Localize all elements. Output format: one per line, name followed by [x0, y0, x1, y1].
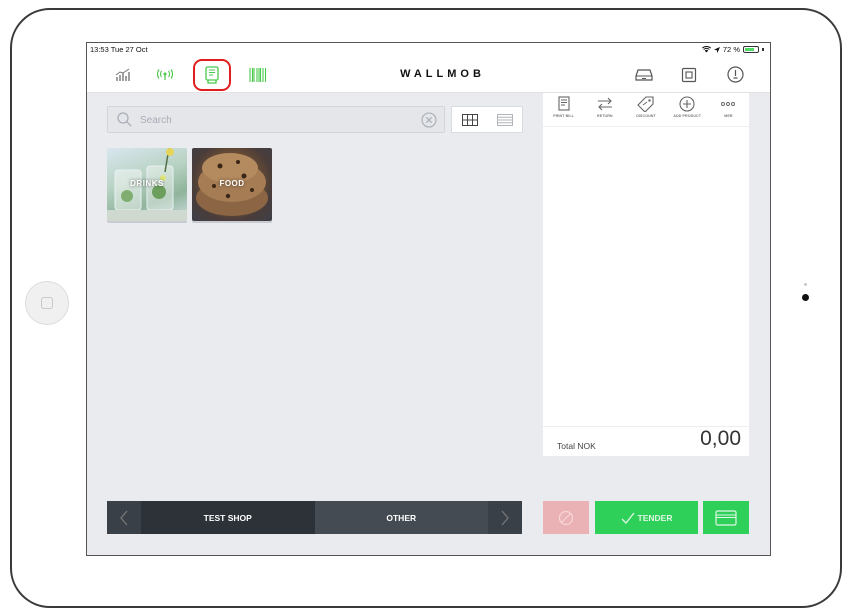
add-circle-icon — [679, 96, 695, 112]
status-time: 13:53 — [90, 45, 109, 54]
chevron-right-icon — [501, 510, 509, 525]
category-label-drinks: DRINKS — [130, 179, 164, 188]
search-icon — [117, 112, 132, 132]
stats-icon[interactable] — [109, 56, 137, 93]
add-product-label: ADD PRODUCT — [673, 114, 702, 118]
status-bar: 13:53 Tue 27 Oct 72 % — [87, 43, 770, 56]
location-icon — [713, 46, 720, 53]
return-arrows-icon — [597, 97, 612, 111]
order-actions-bar: PRINT BILL RETURN DISCOUNT ADD PRODUCT M… — [543, 93, 749, 127]
tab-test-shop[interactable]: TEST SHOP — [141, 501, 315, 534]
top-navigation-bar: WALLMOB — [87, 56, 770, 93]
category-tile-drinks[interactable]: DRINKS — [107, 148, 187, 221]
search-input[interactable] — [140, 111, 400, 129]
list-view-icon[interactable] — [487, 107, 522, 132]
discount-label: DISCOUNT — [636, 114, 656, 118]
previous-tab-button[interactable] — [107, 501, 141, 534]
cash-drawer-icon[interactable] — [630, 56, 658, 93]
wallmob-logo: WALLMOB — [400, 68, 485, 80]
sensor-dot — [804, 283, 807, 286]
print-bill-icon — [558, 96, 570, 111]
home-button[interactable] — [25, 281, 69, 325]
clear-search-icon[interactable] — [421, 112, 437, 133]
tab-other[interactable]: OTHER — [314, 501, 488, 534]
discount-button[interactable]: DISCOUNT — [625, 93, 666, 126]
home-square-icon — [41, 297, 53, 309]
register-icon[interactable] — [675, 56, 703, 93]
status-date: Tue 27 Oct — [110, 45, 148, 54]
category-label-food: FOOD — [219, 179, 245, 188]
more-button[interactable]: MER — [708, 93, 749, 126]
barcode-icon[interactable] — [244, 56, 272, 93]
product-search-bar — [107, 106, 445, 133]
battery-icon — [743, 46, 759, 53]
battery-percent: 72 % — [722, 45, 740, 54]
cancel-circle-icon — [558, 510, 574, 525]
tender-button[interactable]: TENDER — [595, 501, 698, 534]
camera-dot — [802, 294, 809, 301]
tender-label: TENDER — [637, 512, 673, 523]
category-tile-food[interactable]: FOOD — [192, 148, 272, 221]
shop-tab-bar: TEST SHOP OTHER — [107, 501, 522, 534]
more-dots-icon — [721, 102, 736, 106]
battery-fill — [745, 48, 754, 51]
receipt-printer-highlight — [193, 59, 231, 91]
order-panel: PRINT BILL RETURN DISCOUNT ADD PRODUCT M… — [543, 93, 749, 456]
view-toggle — [451, 106, 523, 133]
next-tab-button[interactable] — [488, 501, 522, 534]
wifi-icon — [701, 46, 711, 53]
print-bill-label: PRINT BILL — [553, 114, 574, 118]
return-label: RETURN — [597, 114, 613, 118]
user-account-icon[interactable] — [721, 56, 749, 93]
grid-view-icon[interactable] — [452, 107, 487, 132]
total-label: Total NOK — [557, 441, 596, 451]
signal-broadcast-icon[interactable] — [151, 56, 179, 93]
discount-tag-icon — [637, 96, 654, 112]
print-bill-button[interactable]: PRINT BILL — [543, 93, 584, 126]
tab-label-other: OTHER — [386, 512, 417, 523]
credit-card-icon — [715, 509, 737, 526]
app-screen: 13:53 Tue 27 Oct 72 % WALLMOB Search DRI… — [86, 42, 771, 556]
add-product-button[interactable]: ADD PRODUCT — [667, 93, 708, 126]
cancel-order-button[interactable] — [543, 501, 589, 534]
order-total-row: Total NOK 0,00 — [543, 426, 749, 456]
return-button[interactable]: RETURN — [584, 93, 625, 126]
more-label: MER — [724, 114, 733, 118]
card-payment-button[interactable] — [703, 501, 749, 534]
tab-label-test-shop: TEST SHOP — [203, 512, 252, 523]
checkmark-icon — [621, 512, 635, 524]
total-amount: 0,00 — [700, 427, 741, 450]
chevron-left-icon — [120, 510, 128, 525]
